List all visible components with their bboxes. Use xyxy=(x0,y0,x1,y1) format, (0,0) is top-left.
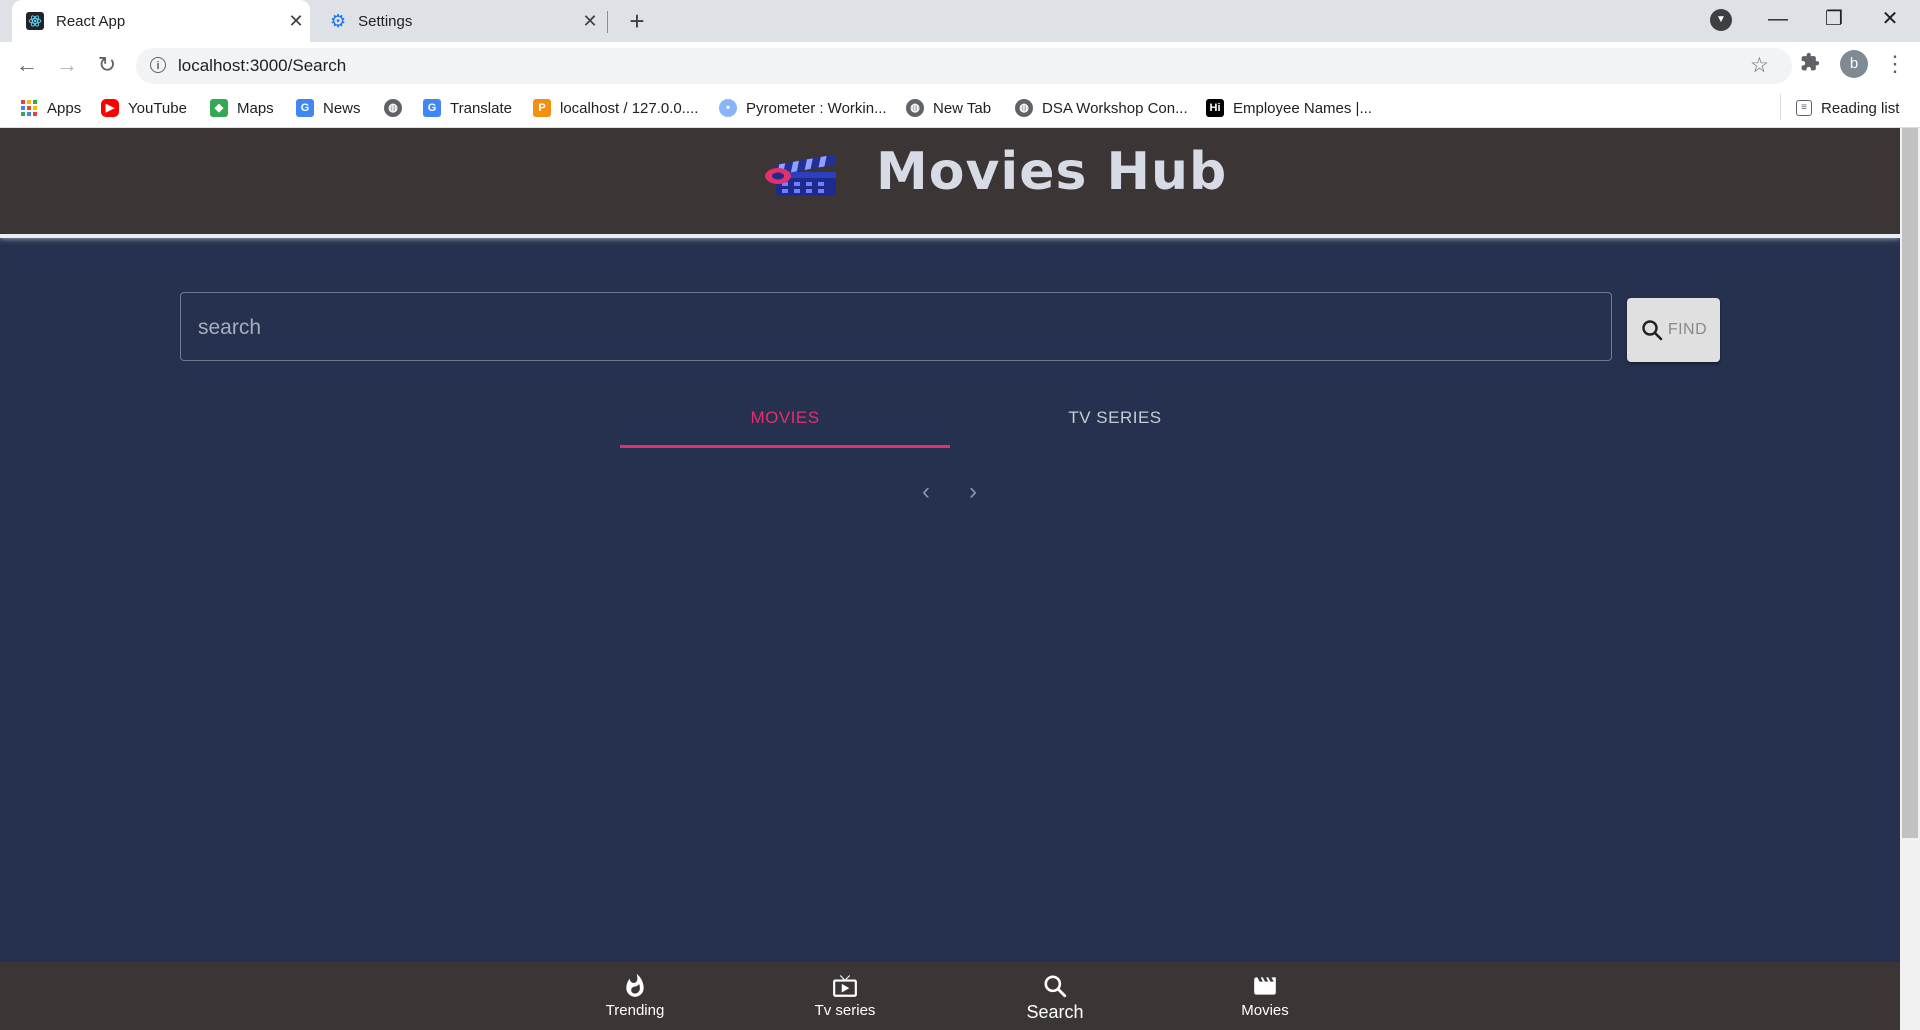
nav-label: Tv series xyxy=(814,1002,876,1019)
tab-search-dropdown-icon[interactable]: ▼ xyxy=(1710,9,1732,31)
find-button[interactable]: FIND xyxy=(1627,298,1720,362)
nav-search[interactable]: Search xyxy=(995,968,1115,1026)
bookmark-dsa-workshop[interactable]: ◍ DSA Workshop Con... xyxy=(1015,97,1188,119)
bookmark-label: Apps xyxy=(47,99,82,117)
tab-divider xyxy=(607,11,608,33)
nav-movies[interactable]: Movies xyxy=(1205,968,1325,1026)
bookmark-label: Translate xyxy=(450,99,512,117)
search-icon xyxy=(1044,975,1067,998)
maps-icon: ◆ xyxy=(210,99,228,117)
find-button-label: FIND xyxy=(1667,321,1708,338)
close-tab-icon[interactable]: ✕ xyxy=(576,11,604,32)
nav-label: Search xyxy=(1026,1002,1084,1022)
gear-icon: ⚙ xyxy=(330,11,347,31)
hi-icon: Hi xyxy=(1206,99,1224,117)
url-text[interactable]: localhost:3000/Search xyxy=(178,55,346,77)
globe-icon: ◍ xyxy=(384,99,402,117)
bookmark-youtube[interactable]: ▶ YouTube xyxy=(101,97,187,119)
bookmarks-divider xyxy=(1780,94,1781,120)
site-info-icon[interactable]: i xyxy=(150,57,166,73)
bookmark-label: News xyxy=(323,99,361,117)
reading-list-icon: ≡ xyxy=(1796,100,1812,116)
phpmyadmin-icon: P xyxy=(533,99,551,117)
nav-trending[interactable]: Trending xyxy=(575,968,695,1026)
next-page-chevron-icon[interactable]: › xyxy=(958,477,988,507)
youtube-icon: ▶ xyxy=(101,99,119,117)
bookmark-globe[interactable]: ◍ xyxy=(384,97,411,119)
apps-grid-icon xyxy=(20,99,38,117)
bulb-icon: • xyxy=(719,99,737,117)
extensions-puzzle-icon[interactable] xyxy=(1800,52,1820,78)
bookmark-label: localhost / 127.0.0.... xyxy=(560,99,699,117)
reading-list[interactable]: ≡ Reading list xyxy=(1796,97,1899,119)
tab-tv-series[interactable]: TV SERIES xyxy=(950,400,1280,448)
browser-tab-react-app[interactable]: React App ✕ xyxy=(12,0,310,42)
reading-list-label: Reading list xyxy=(1821,99,1900,117)
scrollbar-thumb[interactable] xyxy=(1902,128,1918,838)
whatshot-icon xyxy=(626,973,644,997)
search-input[interactable] xyxy=(196,314,1600,342)
bookmark-label: Employee Names |... xyxy=(1233,99,1372,117)
bookmark-translate[interactable]: G Translate xyxy=(423,97,512,119)
movie-clapper-icon xyxy=(1254,977,1276,995)
nav-label: Movies xyxy=(1241,1002,1289,1019)
previous-page-chevron-icon[interactable]: ‹ xyxy=(911,477,941,507)
profile-avatar[interactable]: b xyxy=(1840,50,1868,78)
omnibox[interactable] xyxy=(136,48,1792,84)
bookmark-label: Pyrometer : Workin... xyxy=(746,99,887,117)
bookmark-label: DSA Workshop Con... xyxy=(1042,99,1188,117)
minimize-icon[interactable]: — xyxy=(1750,0,1806,38)
bookmark-maps[interactable]: ◆ Maps xyxy=(210,97,274,119)
close-window-icon[interactable]: ✕ xyxy=(1862,0,1918,38)
react-icon xyxy=(26,12,44,30)
search-icon xyxy=(1642,320,1663,341)
header-divider xyxy=(0,234,1900,238)
globe-icon: ◍ xyxy=(1015,99,1033,117)
bookmark-employee-names[interactable]: Hi Employee Names |... xyxy=(1206,97,1372,119)
bookmark-new-tab[interactable]: ◍ New Tab xyxy=(906,97,991,119)
bookmark-star-icon[interactable]: ☆ xyxy=(1750,53,1769,78)
tab-indicator xyxy=(620,445,950,448)
tab-movies[interactable]: MOVIES xyxy=(620,400,950,448)
tv-icon xyxy=(833,975,857,997)
nav-tv-series[interactable]: Tv series xyxy=(785,968,905,1026)
restore-window-icon[interactable]: ❐ xyxy=(1806,0,1862,38)
tab-title: React App xyxy=(56,12,126,30)
bookmark-apps[interactable]: Apps xyxy=(20,97,81,119)
app-title: Movies Hub xyxy=(876,142,1228,202)
new-tab-plus-icon[interactable]: + xyxy=(622,6,652,36)
nav-label: Trending xyxy=(605,1002,665,1019)
forward-arrow-icon[interactable]: → xyxy=(52,52,82,78)
movie-clapper-logo-icon xyxy=(764,152,840,200)
globe-icon: ◍ xyxy=(906,99,924,117)
browser-tab-settings[interactable]: ⚙ Settings ✕ xyxy=(316,0,604,42)
tab-title: Settings xyxy=(358,12,413,30)
bookmark-label: New Tab xyxy=(933,99,992,117)
bookmark-label: Maps xyxy=(237,99,274,117)
back-arrow-icon[interactable]: ← xyxy=(12,52,42,78)
browser-menu-icon[interactable]: ⋮ xyxy=(1884,50,1906,78)
reload-icon[interactable]: ↻ xyxy=(92,52,122,78)
bookmark-news[interactable]: G News xyxy=(296,97,361,119)
news-icon: G xyxy=(296,99,314,117)
translate-icon: G xyxy=(423,99,441,117)
bookmark-label: YouTube xyxy=(128,99,187,117)
bottom-navigation xyxy=(0,962,1900,1030)
close-tab-icon[interactable]: ✕ xyxy=(282,11,310,32)
bookmark-phpmyadmin[interactable]: P localhost / 127.0.0.... xyxy=(533,97,698,119)
bookmark-pyrometer[interactable]: • Pyrometer : Workin... xyxy=(719,97,887,119)
